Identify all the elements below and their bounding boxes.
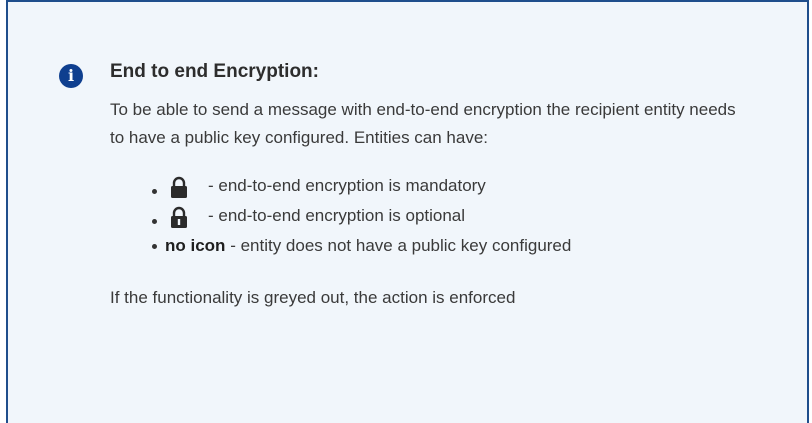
- info-title: End to end Encryption:: [110, 61, 319, 82]
- list-item-text: - entity does not have a public key conf…: [230, 236, 572, 255]
- encryption-options-list: - end-to-end encryption is mandatory - e…: [110, 172, 760, 262]
- list-item-text-wrapper: no icon - entity does not have a public …: [165, 232, 571, 260]
- list-item-text: - end-to-end encryption is mandatory: [208, 176, 486, 195]
- info-footer: If the functionality is greyed out, the …: [110, 288, 516, 307]
- bullet: [152, 189, 157, 194]
- info-icon: i: [59, 64, 83, 88]
- info-content: End to end Encryption: To be able to sen…: [110, 60, 760, 329]
- encryption-info-panel: i End to end Encryption: To be able to s…: [6, 0, 809, 423]
- bullet: [152, 244, 157, 249]
- lock-closed-icon: [171, 176, 187, 198]
- list-item-text: - end-to-end encryption is optional: [208, 206, 466, 225]
- bullet: [152, 219, 157, 224]
- list-item-optional: - end-to-end encryption is optional: [110, 202, 760, 232]
- list-item-no-icon: no icon - entity does not have a public …: [110, 232, 760, 262]
- list-item-mandatory: - end-to-end encryption is mandatory: [110, 172, 760, 202]
- info-description: To be able to send a message with end-to…: [110, 100, 736, 147]
- no-icon-label: no icon: [165, 236, 226, 255]
- lock-open-icon: [171, 206, 187, 228]
